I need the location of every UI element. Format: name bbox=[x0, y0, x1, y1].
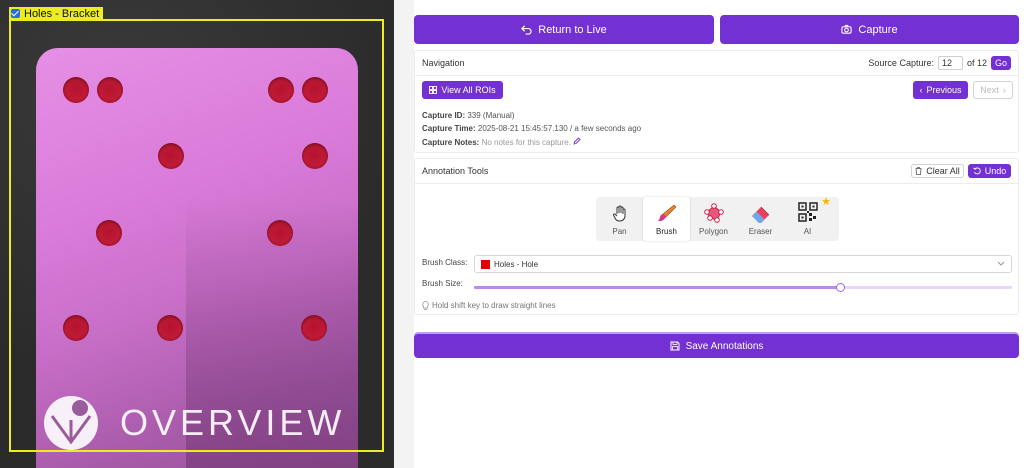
overview-watermark: OVERVIEW bbox=[44, 396, 345, 450]
navigation-header: Navigation Source Capture: 12 of 12 Go bbox=[415, 51, 1018, 76]
edit-pencil-icon[interactable] bbox=[573, 137, 581, 145]
annotation-title: Annotation Tools bbox=[422, 166, 489, 176]
capture-time-row: Capture Time: 2025-08-21 15:45:57.130 / … bbox=[422, 124, 642, 133]
qr-ai-icon bbox=[797, 202, 818, 222]
brush-class-label: Brush Class: bbox=[422, 258, 468, 267]
roi-bounding-box[interactable] bbox=[9, 19, 384, 452]
shift-hint: Hold shift key to draw straight lines bbox=[422, 301, 556, 310]
roi-label-text: Holes - Bracket bbox=[24, 7, 100, 20]
panel-divider bbox=[394, 0, 414, 468]
trash-icon bbox=[915, 167, 922, 175]
tool-palette: Pan Brush Polygon Eraser AI ★ bbox=[596, 196, 839, 241]
brush-size-fill bbox=[474, 286, 840, 289]
return-icon bbox=[521, 25, 532, 35]
chevron-right-icon: › bbox=[1002, 85, 1006, 95]
save-icon bbox=[670, 341, 680, 351]
tool-brush[interactable]: Brush bbox=[643, 197, 690, 241]
previous-button[interactable]: ‹ Previous bbox=[913, 81, 968, 99]
class-color-swatch bbox=[481, 259, 490, 269]
chevron-down-icon bbox=[997, 261, 1005, 266]
go-button[interactable]: Go bbox=[991, 56, 1011, 70]
capture-id-row: Capture ID: 339 (Manual) bbox=[422, 111, 515, 120]
save-annotations-button[interactable]: Save Annotations bbox=[414, 334, 1019, 358]
clear-all-button[interactable]: Clear All bbox=[911, 164, 964, 178]
capture-notes-row: Capture Notes: No notes for this capture… bbox=[422, 137, 581, 147]
capture-button[interactable]: Capture bbox=[720, 15, 1019, 44]
annotation-header: Annotation Tools Clear All Undo bbox=[415, 159, 1018, 184]
tool-polygon[interactable]: Polygon bbox=[690, 197, 737, 241]
return-to-live-button[interactable]: Return to Live bbox=[414, 15, 714, 44]
brush-size-label: Brush Size: bbox=[422, 279, 463, 288]
tool-ai[interactable]: AI ★ bbox=[784, 196, 831, 241]
roi-checkbox[interactable] bbox=[11, 9, 20, 18]
source-capture-total: of 12 bbox=[966, 58, 987, 68]
source-capture-input[interactable]: 12 bbox=[937, 56, 963, 70]
roi-label-tag[interactable]: Holes - Bracket bbox=[9, 7, 104, 20]
hand-icon bbox=[612, 205, 625, 222]
brush-class-select[interactable]: Holes - Hole bbox=[474, 255, 1012, 273]
tool-pan[interactable]: Pan bbox=[596, 197, 643, 241]
brush-size-slider[interactable] bbox=[474, 283, 1012, 292]
grid-icon bbox=[429, 86, 438, 94]
navigation-title: Navigation bbox=[422, 58, 465, 68]
navigation-card: Navigation Source Capture: 12 of 12 Go V… bbox=[414, 50, 1019, 153]
lightbulb-icon bbox=[422, 301, 429, 310]
source-capture-label: Source Capture: bbox=[868, 58, 934, 68]
brush-size-handle[interactable] bbox=[835, 283, 845, 292]
undo-icon bbox=[972, 167, 981, 175]
control-panel: Return to Live Capture Navigation Source… bbox=[414, 0, 1029, 468]
chevron-left-icon: ‹ bbox=[919, 85, 923, 95]
polygon-icon bbox=[703, 203, 724, 223]
tool-eraser[interactable]: Eraser bbox=[737, 197, 784, 241]
star-icon: ★ bbox=[821, 196, 831, 208]
eraser-icon bbox=[751, 206, 769, 223]
brush-icon bbox=[657, 204, 676, 222]
logo-icon bbox=[44, 396, 98, 450]
image-viewer[interactable]: Holes - Bracket OVERVIEW bbox=[0, 0, 394, 468]
undo-button[interactable]: Undo bbox=[968, 164, 1011, 178]
watermark-text: OVERVIEW bbox=[120, 402, 346, 443]
next-button[interactable]: Next › bbox=[973, 81, 1013, 99]
annotation-tools-card: Annotation Tools Clear All Undo Pan Brus… bbox=[414, 158, 1019, 315]
view-all-rois-button[interactable]: View All ROIs bbox=[422, 81, 503, 99]
camera-icon bbox=[841, 24, 853, 34]
